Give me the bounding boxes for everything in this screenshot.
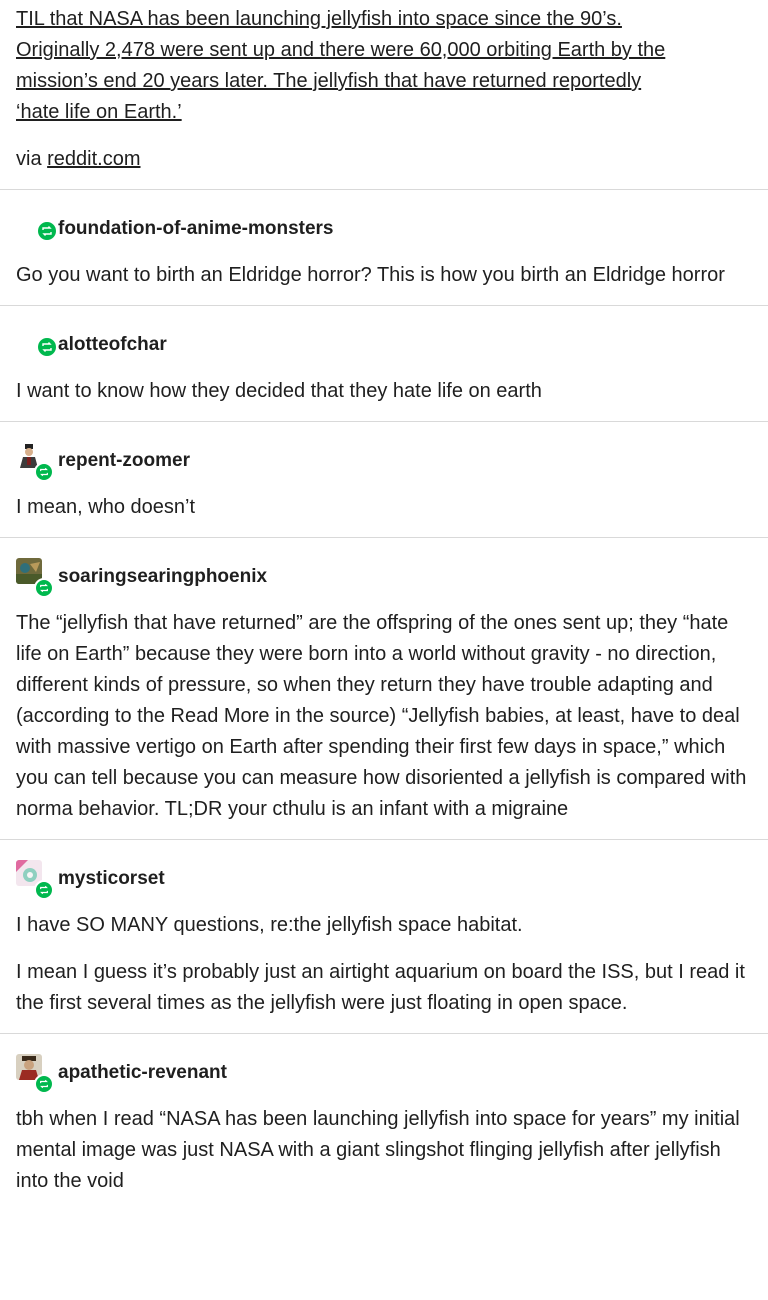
original-post: TIL that NASA has been launching jellyfi… (0, 0, 768, 190)
reblog-icon (36, 220, 58, 242)
reblog-repent-zoomer: repent-zoomer I mean, who doesn’t (0, 422, 768, 538)
via-line: via reddit.com (16, 144, 752, 175)
avatar[interactable] (16, 1054, 54, 1094)
username[interactable]: repent-zoomer (58, 448, 190, 474)
username[interactable]: apathetic-revenant (58, 1060, 227, 1086)
reblog-text: Go you want to birth an Eldridge horror?… (16, 264, 725, 286)
reblog-mysticorset: mysticorset I have SO MANY questions, re… (0, 840, 768, 1034)
op-line: Originally 2,478 were sent up and there … (16, 39, 666, 61)
via-link[interactable]: reddit.com (47, 148, 140, 170)
op-line: mission’s end 20 years later. The jellyf… (16, 70, 642, 92)
reblog-text: I mean, who doesn’t (16, 496, 195, 518)
reblog-icon (34, 880, 54, 900)
username[interactable]: foundation-of-anime-monsters (58, 216, 334, 242)
op-line: TIL that NASA has been launching jellyfi… (16, 8, 622, 30)
reblog-text: I mean I guess it’s probably just an air… (16, 961, 745, 1014)
reblog-apathetic-revenant: apathetic-revenant tbh when I read “NASA… (0, 1034, 768, 1211)
via-prefix: via (16, 148, 48, 170)
tumblr-post: TIL that NASA has been launching jellyfi… (0, 0, 768, 1211)
source-link[interactable]: TIL that NASA has been launching jellyfi… (16, 4, 752, 128)
reblog-text: tbh when I read “NASA has been launching… (16, 1108, 740, 1192)
reblog-icon (34, 462, 54, 482)
reblog-icon (34, 578, 54, 598)
reblog-icon (34, 1074, 54, 1094)
username[interactable]: mysticorset (58, 866, 165, 892)
reblog-alotteofchar: alotteofchar I want to know how they dec… (0, 306, 768, 422)
avatar[interactable] (16, 326, 58, 362)
reblog-text: I want to know how they decided that the… (16, 380, 542, 402)
reblog-foundation-of-anime-monsters: foundation-of-anime-monsters Go you want… (0, 190, 768, 306)
avatar[interactable] (16, 558, 54, 598)
username[interactable]: soaringsearingphoenix (58, 564, 267, 590)
username[interactable]: alotteofchar (58, 332, 167, 358)
avatar[interactable] (16, 442, 54, 482)
op-line: ‘hate life on Earth.’ (16, 101, 182, 123)
reblog-icon (36, 336, 58, 358)
reblog-text: The “jellyfish that have returned” are t… (16, 612, 747, 820)
reblog-text: I have SO MANY questions, re:the jellyfi… (16, 914, 523, 936)
avatar[interactable] (16, 210, 58, 246)
reblog-soaringsearingphoenix: soaringsearingphoenix The “jellyfish tha… (0, 538, 768, 840)
avatar[interactable] (16, 860, 54, 900)
